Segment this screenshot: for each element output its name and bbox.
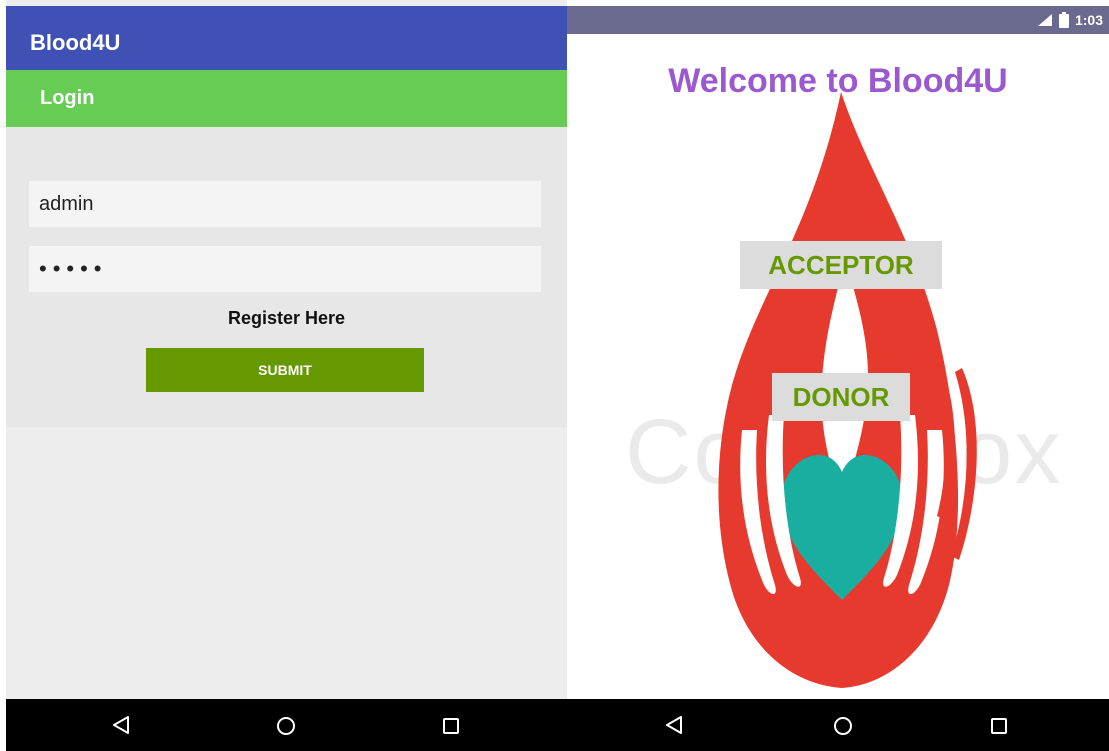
status-time: 1:03: [1074, 12, 1103, 28]
donor-button[interactable]: DONOR: [772, 373, 910, 421]
battery-icon: [1058, 12, 1069, 28]
tab-login[interactable]: Login: [40, 87, 94, 110]
back-icon[interactable]: [665, 716, 683, 734]
tab-bar: Login: [6, 70, 567, 127]
app-title: Blood4U: [30, 30, 121, 55]
status-bar: 1:03: [567, 6, 1109, 34]
nav-bar: [6, 699, 567, 751]
nav-bar: [567, 699, 1109, 751]
login-screen: Blood4U Login Register Here SUBMIT: [6, 0, 567, 751]
recent-apps-icon[interactable]: [443, 718, 459, 734]
welcome-screen: 1:03 Welcome to Blood4U Colourbox ACCEPT…: [567, 0, 1109, 751]
password-field[interactable]: [29, 246, 541, 292]
app-bar: Blood4U: [6, 6, 567, 70]
home-icon[interactable]: [833, 716, 853, 736]
register-link[interactable]: Register Here: [6, 308, 567, 329]
acceptor-button[interactable]: ACCEPTOR: [740, 241, 942, 289]
home-icon[interactable]: [276, 716, 296, 736]
back-icon[interactable]: [112, 716, 130, 734]
signal-icon: [1037, 14, 1052, 26]
recent-apps-icon[interactable]: [991, 718, 1007, 734]
status-icons: 1:03: [1037, 11, 1103, 29]
login-form: Register Here SUBMIT: [6, 127, 567, 427]
username-field[interactable]: [29, 181, 541, 227]
submit-button[interactable]: SUBMIT: [146, 348, 424, 392]
